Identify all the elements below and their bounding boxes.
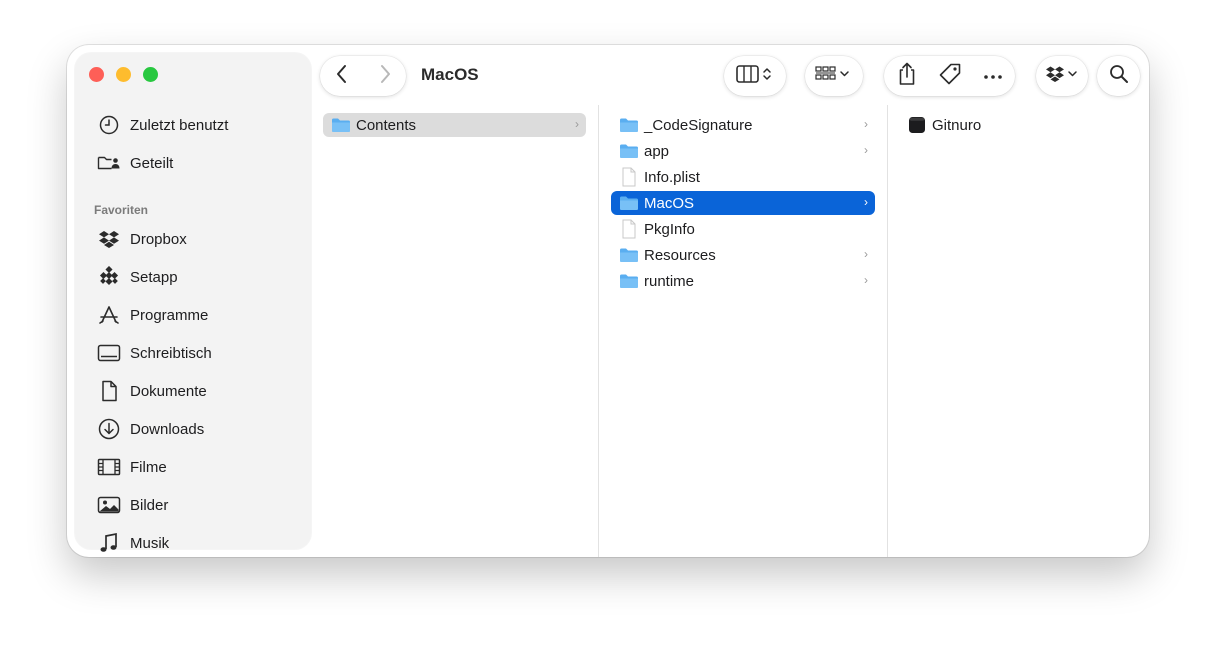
sidebar-item-label: Bilder	[130, 496, 169, 514]
sidebar-item-downloads[interactable]: Downloads	[97, 414, 204, 444]
file-name: _CodeSignature	[644, 116, 753, 134]
file-name: Resources	[644, 246, 716, 264]
chevron-right-icon: ›	[864, 247, 868, 261]
document-icon	[97, 379, 121, 403]
file-row-codesignature[interactable]: _CodeSignature ›	[611, 113, 875, 137]
sidebar-item-label: Dropbox	[130, 230, 187, 248]
sidebar-item-setapp[interactable]: Setapp	[97, 262, 178, 292]
sidebar-item-label: Musik	[130, 534, 170, 552]
executable-icon	[907, 115, 927, 135]
sidebar: Zuletzt benutzt Geteilt Favoriten Dropbo…	[75, 53, 311, 552]
folder-icon	[619, 245, 639, 265]
sidebar-item-label: Schreibtisch	[130, 344, 212, 362]
file-name: MacOS	[644, 194, 695, 212]
file-name: app	[644, 142, 670, 160]
more-icon	[983, 67, 1003, 85]
file-name: Gitnuro	[932, 116, 982, 134]
sidebar-item-pictures[interactable]: Bilder	[97, 490, 168, 520]
desktop-icon	[97, 341, 121, 365]
dropbox-icon	[1045, 65, 1079, 88]
sidebar-item-dropbox[interactable]: Dropbox	[97, 224, 187, 254]
window-title: MacOS	[421, 65, 479, 84]
group-icon	[814, 64, 854, 89]
file-row-app[interactable]: app ›	[611, 139, 875, 163]
chevron-right-icon: ›	[864, 143, 868, 157]
columns-view-icon	[735, 64, 775, 89]
shared-folder-icon	[97, 151, 121, 175]
file-icon	[619, 219, 639, 239]
folder-icon	[331, 115, 351, 135]
minimize-window-button[interactable]	[116, 67, 131, 82]
file-name: PkgInfo	[644, 220, 695, 238]
file-name: Info.plist	[644, 168, 700, 186]
setapp-icon	[97, 265, 121, 289]
dropbox-menu-button[interactable]	[1036, 56, 1088, 96]
chevron-right-icon: ›	[864, 273, 868, 287]
column-divider[interactable]	[598, 105, 599, 557]
forward-icon	[379, 64, 391, 89]
sidebar-item-music[interactable]: Musik	[97, 528, 169, 557]
sidebar-item-label: Filme	[130, 458, 167, 476]
film-icon	[97, 455, 121, 479]
folder-icon	[619, 271, 639, 291]
back-button[interactable]	[320, 56, 363, 96]
group-button[interactable]	[805, 56, 863, 96]
navigation-buttons	[320, 56, 406, 96]
clock-icon	[97, 113, 121, 137]
photo-icon	[97, 493, 121, 517]
dropbox-icon	[97, 227, 121, 251]
sidebar-item-label: Geteilt	[130, 154, 174, 172]
download-icon	[97, 417, 121, 441]
zoom-window-button[interactable]	[143, 67, 158, 82]
file-row-resources[interactable]: Resources ›	[611, 243, 875, 267]
forward-button[interactable]	[363, 56, 406, 96]
close-window-button[interactable]	[89, 67, 104, 82]
file-row-contents[interactable]: Contents ›	[323, 113, 586, 137]
share-icon	[897, 62, 917, 91]
sidebar-item-label: Setapp	[130, 268, 178, 286]
tag-button[interactable]	[928, 56, 971, 96]
file-row-pkginfo[interactable]: PkgInfo	[611, 217, 875, 241]
file-row-runtime[interactable]: runtime ›	[611, 269, 875, 293]
search-button[interactable]	[1097, 56, 1140, 96]
sidebar-item-label: Downloads	[130, 420, 205, 438]
view-mode-button[interactable]	[724, 56, 786, 96]
column-divider[interactable]	[887, 105, 888, 557]
more-button[interactable]	[971, 56, 1014, 96]
file-name: runtime	[644, 272, 695, 290]
chevron-right-icon: ›	[575, 117, 579, 131]
sidebar-item-applications[interactable]: Programme	[97, 300, 208, 330]
finder-window: Zuletzt benutzt Geteilt Favoriten Dropbo…	[67, 45, 1149, 557]
tag-icon	[938, 62, 962, 91]
sidebar-item-documents[interactable]: Dokumente	[97, 376, 207, 406]
music-icon	[97, 531, 121, 555]
sidebar-item-shared[interactable]: Geteilt	[97, 148, 173, 178]
back-icon	[336, 64, 348, 89]
sidebar-item-label: Programme	[130, 306, 209, 324]
file-row-info-plist[interactable]: Info.plist	[611, 165, 875, 189]
applications-icon	[97, 303, 121, 327]
chevron-right-icon: ›	[864, 195, 868, 209]
file-row-gitnuro[interactable]: Gitnuro	[899, 113, 1139, 137]
sidebar-item-movies[interactable]: Filme	[97, 452, 167, 482]
actions-group	[884, 56, 1015, 96]
favorites-section-header: Favoriten	[94, 203, 149, 217]
folder-icon	[619, 141, 639, 161]
file-icon	[619, 167, 639, 187]
chevron-right-icon: ›	[864, 117, 868, 131]
file-name: Contents	[356, 116, 417, 134]
folder-icon	[619, 115, 639, 135]
share-button[interactable]	[885, 56, 928, 96]
sidebar-item-label: Zuletzt benutzt	[130, 116, 229, 134]
search-icon	[1109, 64, 1129, 89]
folder-icon	[619, 193, 639, 213]
sidebar-item-label: Dokumente	[130, 382, 207, 400]
sidebar-item-desktop[interactable]: Schreibtisch	[97, 338, 212, 368]
sidebar-item-recent[interactable]: Zuletzt benutzt	[97, 110, 228, 140]
file-row-macos[interactable]: MacOS ›	[611, 191, 875, 215]
